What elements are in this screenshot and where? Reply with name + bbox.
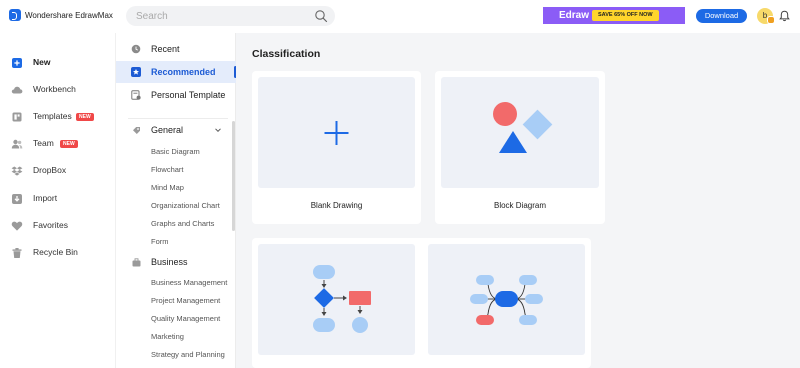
plus-square-icon [12, 58, 22, 68]
search-icon[interactable] [314, 9, 328, 23]
top-bar: Wondershare EdrawMax Edraw SAVE 65% OFF … [0, 0, 800, 33]
sidebar-item-label: Workbench [33, 84, 76, 94]
subcategory-item[interactable]: Basic Diagram [151, 147, 200, 156]
business-icon [132, 258, 141, 267]
card-row-2 [252, 238, 591, 368]
sidebar-item-import[interactable]: Import [0, 189, 115, 209]
block-shapes-icon [493, 102, 553, 153]
subcategory-item[interactable]: Form [151, 237, 169, 246]
app-logo: Wondershare EdrawMax [9, 9, 113, 21]
promo-banner[interactable]: Edraw SAVE 65% OFF NOW [543, 7, 685, 24]
subcategory-item[interactable]: Strategy and Planning [151, 350, 225, 359]
download-button[interactable]: Download [696, 9, 747, 23]
import-icon [12, 194, 22, 204]
templates-icon [12, 112, 22, 122]
category-recommended[interactable]: Recommended [116, 61, 237, 83]
flowchart-icon [313, 265, 371, 333]
personal-template-icon [131, 90, 141, 100]
category-label: Recent [151, 44, 180, 54]
subcategory-item[interactable]: Graphs and Charts [151, 219, 214, 228]
category-label: Recommended [151, 67, 216, 77]
sidebar-item-label: Import [33, 193, 58, 203]
group-business[interactable]: Business [116, 255, 237, 271]
sidebar-item-label: Templates [33, 111, 72, 121]
card-blank-drawing[interactable]: Blank Drawing [252, 71, 421, 224]
search-box[interactable] [126, 6, 335, 26]
mind-map-thumbnail[interactable] [428, 244, 585, 355]
section-title: Classification [252, 48, 321, 60]
subcategory-item[interactable]: Marketing [151, 332, 184, 341]
sidebar-item-templates[interactable]: Templates NEW [0, 107, 115, 127]
category-personal-template[interactable]: Personal Template [116, 84, 237, 106]
cloud-icon [11, 86, 23, 94]
sidebar-item-label: Team [33, 138, 54, 148]
group-general[interactable]: General [116, 123, 237, 139]
edrawmax-logo-icon [9, 9, 21, 21]
sidebar-item-label: DropBox [33, 165, 67, 175]
category-label: Personal Template [151, 90, 226, 100]
subcategory-item[interactable]: Flowchart [151, 165, 184, 174]
card-label: Block Diagram [493, 201, 546, 210]
subcategory-item[interactable]: Project Management [151, 296, 220, 305]
card-block-diagram[interactable]: Block Diagram [435, 71, 605, 224]
bell-icon[interactable] [779, 10, 790, 22]
sidebar-item-team[interactable]: Team NEW [0, 134, 115, 154]
sidebar-item-dropbox[interactable]: DropBox [0, 161, 115, 181]
promo-brand: Edraw [559, 10, 590, 21]
sidebar-item-recycle-bin[interactable]: Recycle Bin [0, 243, 115, 263]
sidebar-item-favorites[interactable]: Favorites [0, 216, 115, 236]
subcategory-item[interactable]: Business Management [151, 278, 227, 287]
avatar[interactable]: b [757, 8, 775, 24]
new-badge: NEW [76, 113, 94, 121]
panel-divider [128, 118, 228, 119]
main-content: Classification Blank Drawing Block Diagr… [236, 33, 800, 368]
block-diagram-thumbnail [441, 77, 599, 188]
promo-offer-badge[interactable]: SAVE 65% OFF NOW [592, 10, 659, 21]
team-icon [11, 139, 23, 149]
heart-icon [11, 221, 23, 231]
subcategory-item[interactable]: Mind Map [151, 183, 184, 192]
group-label: General [151, 125, 184, 135]
subcategory-item[interactable]: Organizational Chart [151, 201, 220, 210]
sidebar-item-new[interactable]: New [0, 53, 115, 73]
flowchart-thumbnail[interactable] [258, 244, 415, 355]
sidebar-item-workbench[interactable]: Workbench [0, 80, 115, 100]
search-input[interactable] [136, 6, 306, 26]
left-sidebar: New Workbench Templates NEW Team NEW Dro… [0, 33, 115, 368]
mind-map-icon [470, 275, 543, 325]
chevron-down-icon[interactable] [214, 126, 222, 134]
app-name: Wondershare EdrawMax [25, 10, 113, 20]
category-scrollbar[interactable] [232, 121, 235, 231]
category-recent[interactable]: Recent [116, 38, 237, 60]
star-icon [131, 67, 141, 77]
category-panel: Recent Recommended Personal Template Gen… [115, 33, 237, 368]
sidebar-item-label: Recycle Bin [33, 247, 78, 257]
clock-icon [131, 44, 141, 54]
group-label: Business [151, 257, 188, 267]
general-icon [133, 127, 140, 134]
new-badge: NEW [60, 140, 78, 148]
sidebar-item-label: New [33, 57, 51, 67]
card-label: Blank Drawing [310, 201, 363, 210]
plus-icon [324, 121, 349, 145]
blank-drawing-thumbnail [258, 77, 415, 188]
sidebar-item-label: Favorites [33, 220, 68, 230]
subcategory-item[interactable]: Quality Management [151, 314, 220, 323]
trash-icon [12, 248, 22, 258]
dropbox-icon [11, 166, 23, 176]
